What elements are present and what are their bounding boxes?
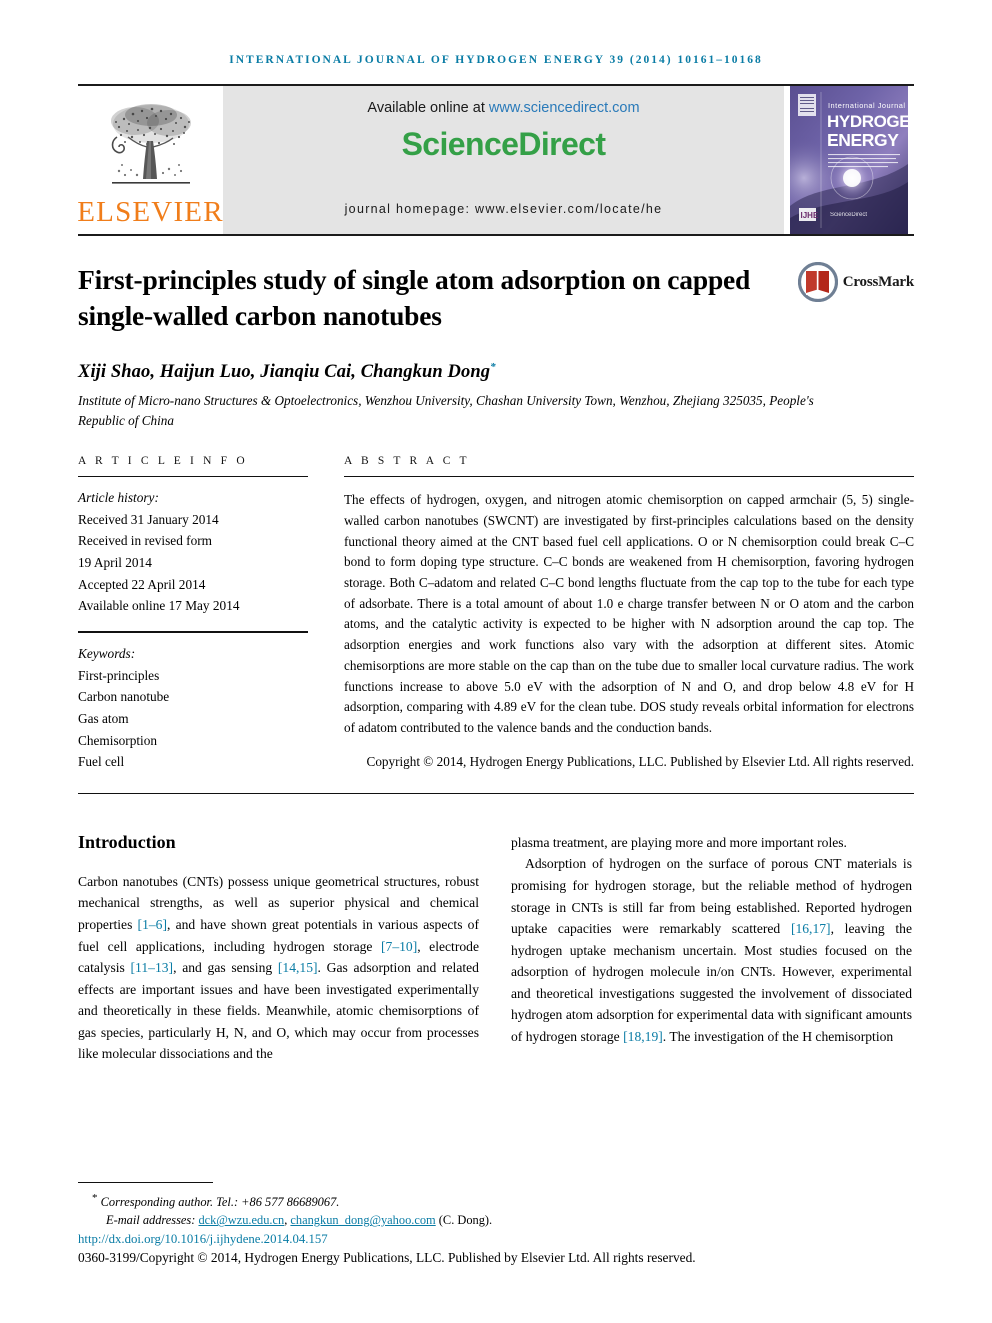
svg-text:ENERGY: ENERGY [827,130,899,150]
keyword-item: Carbon nanotube [78,689,170,705]
corresponding-author-marker: * [490,360,496,373]
article-history-item: Received in revised form [78,533,213,549]
issn-copyright-line: 0360-3199/Copyright © 2014, Hydrogen Ene… [78,1250,696,1265]
article-info-heading: A R T I C L E I N F O [78,454,248,467]
intro-paragraph-right-1: plasma treatment, are playing more and m… [511,834,847,850]
keywords-rule [78,630,308,633]
masthead: ELSEVIER Available online at www.science… [77,84,914,236]
crossmark-badge[interactable]: CrossMark [797,262,914,302]
available-online-line: Available online at www.sciencedirect.co… [367,100,639,116]
title-block: First-principles study of single atom ad… [78,262,914,335]
email-link-2[interactable]: changkun_dong@yahoo.com [290,1213,435,1227]
email-label: E-mail addresses: [106,1213,196,1228]
body-column-right: plasma treatment, are playing more and m… [511,832,912,1065]
keyword-item: Fuel cell [78,754,125,770]
svg-text:HYDROGEN: HYDROGEN [827,112,908,131]
svg-text:ScienceDirect: ScienceDirect [830,212,867,218]
footnote-region: * Corresponding author. Tel.: +86 577 86… [78,1181,914,1266]
journal-homepage-line[interactable]: journal homepage: www.elsevier.com/locat… [345,202,663,216]
article-history-item: Accepted 22 April 2014 [78,576,206,592]
keyword-item: Chemisorption [78,732,158,748]
abstract-column: A B S T R A C T The effects of hydrogen,… [344,455,914,773]
abstract-rule [344,475,914,477]
keyword-item: Gas atom [78,710,129,726]
publisher-logo: ELSEVIER [77,86,224,234]
article-history-item: Available online 17 May 2014 [78,598,240,614]
body-columns: Introduction Carbon nanotubes (CNTs) pos… [78,832,914,1065]
svg-text:International Journal of: International Journal of [828,101,908,110]
article-info-column: A R T I C L E I N F O Article history: R… [78,455,308,773]
abstract-bottom-rule [78,792,914,794]
corresponding-author-text: Corresponding author. Tel.: +86 577 8668… [100,1194,340,1209]
keyword-item: First-principles [78,667,160,683]
intro-paragraph-right-2: Adsorption of hydrogen on the surface of… [511,856,912,1044]
svg-text:IJHE: IJHE [801,211,819,220]
running-head: International Journal of Hydrogen Energy… [229,54,763,66]
author-list: Xiji Shao, Haijun Luo, Jianqiu Cai, Chan… [78,361,914,383]
article-history-item: Received 31 January 2014 [78,511,219,527]
abstract-heading: A B S T R A C T [344,454,470,467]
article-history-item: 19 April 2014 [78,554,152,570]
sciencedirect-link[interactable]: www.sciencedirect.com [489,100,640,116]
abstract-text: The effects of hydrogen, oxygen, and nit… [344,492,914,735]
info-abstract-region: A R T I C L E I N F O Article history: R… [78,455,914,773]
email-owner: (C. Dong). [435,1213,493,1228]
article-page: International Journal of Hydrogen Energy… [0,0,992,1323]
article-history-label: Article history: [78,489,159,505]
intro-paragraph-left: Carbon nanotubes (CNTs) possess unique g… [78,873,479,1062]
footnote-rule [78,1181,213,1183]
article-info-rule [78,475,308,477]
sciencedirect-banner: Available online at www.sciencedirect.co… [223,86,784,234]
journal-cover-image: International Journal of HYDROGEN ENERGY… [790,86,908,234]
journal-cover-thumbnail[interactable]: International Journal of HYDROGEN ENERGY… [784,86,914,234]
elsevier-tree-icon [110,104,191,184]
author-names: Xiji Shao, Haijun Luo, Jianqiu Cai, Chan… [78,361,491,382]
email-note: E-mail addresses: dck@wzu.edu.cn, changk… [78,1211,914,1230]
corresponding-star: * [92,1191,98,1204]
doi-link[interactable]: http://dx.doi.org/10.1016/j.ijhydene.201… [78,1232,914,1247]
crossmark-icon [797,262,838,302]
elsevier-wordmark: ELSEVIER [77,196,224,228]
keywords-label: Keywords: [78,645,136,661]
abstract-copyright: Copyright © 2014, Hydrogen Energy Public… [366,753,914,769]
corresponding-author-note: * Corresponding author. Tel.: +86 577 86… [78,1190,914,1212]
email-link-1[interactable]: dck@wzu.edu.cn [198,1213,284,1227]
sciencedirect-wordmark: ScienceDirect [401,126,606,162]
affiliation: Institute of Micro-nano Structures & Opt… [78,392,814,428]
page-title: First-principles study of single atom ad… [78,264,751,332]
section-heading-introduction: Introduction [78,831,176,852]
available-online-prefix: Available online at [367,100,489,116]
body-column-left: Introduction Carbon nanotubes (CNTs) pos… [78,832,479,1065]
crossmark-label: CrossMark [842,273,914,290]
